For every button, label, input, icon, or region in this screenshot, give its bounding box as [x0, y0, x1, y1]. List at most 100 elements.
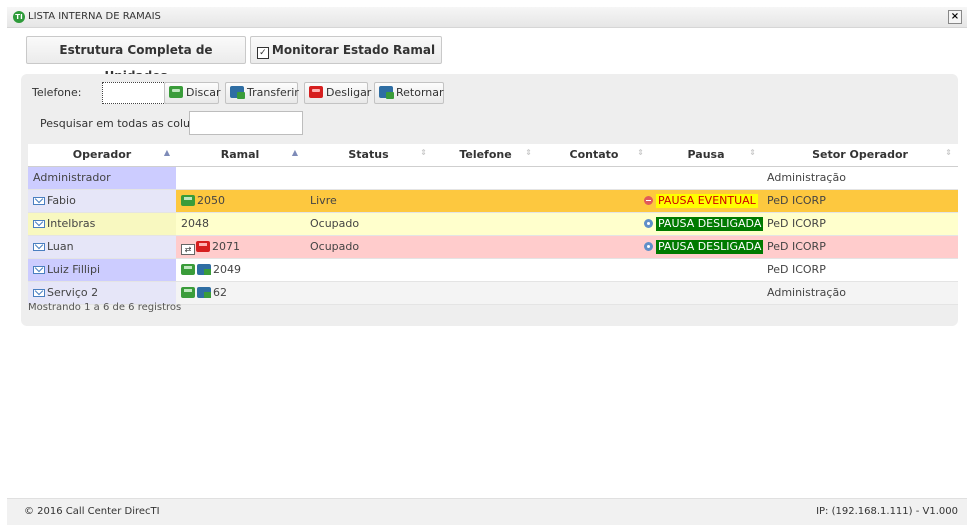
pause-status-icon — [644, 219, 653, 228]
envelope-icon[interactable] — [33, 289, 45, 297]
col-ramal-label: Ramal — [220, 148, 260, 161]
discar-button[interactable]: Discar — [164, 82, 221, 104]
status-cell: Livre — [310, 194, 337, 207]
col-pausa-label: Pausa — [687, 148, 725, 161]
search-input[interactable] — [189, 111, 303, 135]
operador-name: Serviço 2 — [47, 286, 99, 299]
pausa-cell: PAUSA DESLIGADA — [644, 213, 764, 235]
app-logo-icon: TI — [13, 11, 25, 23]
monitor-checkbox[interactable]: ✓ — [256, 47, 269, 59]
col-status[interactable]: Status ⇕ — [304, 144, 433, 166]
incoming-call-icon[interactable]: ⇄ — [181, 244, 195, 255]
retornar-button[interactable]: Retornar — [374, 82, 444, 104]
phone-icon[interactable] — [181, 264, 195, 275]
phone-icon[interactable] — [181, 287, 195, 298]
col-contato[interactable]: Contato ⇕ — [538, 144, 650, 166]
operador-name: Administrador — [33, 171, 111, 184]
status-cell: Ocupado — [310, 240, 360, 253]
col-setor-label: Setor Operador — [812, 148, 908, 161]
desligar-button[interactable]: Desligar — [304, 82, 372, 104]
envelope-icon[interactable] — [33, 220, 45, 228]
close-button[interactable]: × — [948, 10, 962, 24]
operador-name: Luiz Fillipi — [47, 263, 101, 276]
setor-cell: PeD ICORP — [767, 194, 826, 207]
table-row[interactable]: Administrador Administração — [28, 167, 958, 190]
transfer-icon[interactable] — [197, 264, 211, 275]
status-cell: Ocupado — [310, 217, 360, 230]
col-operador[interactable]: Operador ▲ — [28, 144, 176, 166]
envelope-icon[interactable] — [33, 243, 45, 251]
pausa-cell: PAUSA DESLIGADA — [644, 236, 764, 258]
transferir-label: Transferir — [247, 86, 299, 99]
operador-name: Luan — [47, 240, 74, 253]
table-row[interactable]: Intelbras 2048 Ocupado PAUSA DESLIGADA P… — [28, 213, 958, 236]
discar-label: Discar — [186, 86, 221, 99]
ramal-number: 2050 — [197, 194, 225, 207]
ramal-cell: 62 — [181, 282, 227, 304]
ramal-number: 2048 — [181, 217, 209, 230]
table-row[interactable]: Luiz Fillipi 2049 PeD ICORP — [28, 259, 958, 282]
col-setor[interactable]: Setor Operador ⇕ — [762, 144, 958, 166]
transferir-button[interactable]: Transferir — [225, 82, 299, 104]
operador-name: Fabio — [47, 194, 76, 207]
operador-cell[interactable]: Administrador — [28, 167, 176, 189]
setor-cell: PeD ICORP — [767, 217, 826, 230]
envelope-icon[interactable] — [33, 197, 45, 205]
ramal-number: 2049 — [213, 263, 241, 276]
operador-cell[interactable]: Fabio — [28, 190, 176, 212]
window-title: LISTA INTERNA DE RAMAIS — [28, 11, 161, 22]
setor-cell: Administração — [767, 286, 846, 299]
telefone-label: Telefone: — [32, 86, 82, 99]
operador-cell[interactable]: Luiz Fillipi — [28, 259, 176, 281]
ramais-table: Operador ▲ Ramal ▲ Status ⇕ Telefone ⇕ Conta… — [28, 144, 958, 305]
setor-cell: PeD ICORP — [767, 240, 826, 253]
pause-status-icon — [644, 242, 653, 251]
transfer-icon — [230, 86, 245, 99]
ramal-cell: 2049 — [181, 259, 241, 281]
transfer-icon[interactable] — [197, 287, 211, 298]
sort-both-icon: ⇕ — [945, 148, 952, 157]
sort-both-icon: ⇕ — [637, 148, 644, 157]
pausa-cell: PAUSA EVENTUAL — [644, 190, 758, 212]
operador-cell[interactable]: Intelbras — [28, 213, 176, 235]
col-contato-label: Contato — [569, 148, 619, 161]
col-telefone-label: Telefone — [459, 148, 512, 161]
return-icon — [379, 86, 394, 99]
sort-both-icon: ⇕ — [749, 148, 756, 157]
ramal-cell: ⇄ 2071 — [181, 236, 240, 258]
retornar-label: Retornar — [396, 86, 444, 99]
col-pausa[interactable]: Pausa ⇕ — [650, 144, 762, 166]
hangup-icon[interactable] — [196, 241, 210, 252]
pause-status-icon — [644, 196, 653, 205]
footer: © 2016 Call Center DirecTI IP: (192.168.… — [7, 498, 967, 525]
table-row[interactable]: Fabio 2050 Livre PAUSA EVENTUAL PeD ICOR… — [28, 190, 958, 213]
table-header: Operador ▲ Ramal ▲ Status ⇕ Telefone ⇕ Conta… — [28, 144, 958, 167]
version-text: IP: (192.168.1.111) - V1.000 — [816, 506, 958, 517]
estrutura-unidades-button[interactable]: Estrutura Completa de Unidades — [26, 36, 246, 83]
operador-name: Intelbras — [47, 217, 96, 230]
search-label: Pesquisar em todas as colunas: — [40, 117, 214, 130]
operador-cell[interactable]: Serviço 2 — [28, 282, 176, 304]
window-titlebar: TI LISTA INTERNA DE RAMAIS × — [7, 7, 967, 28]
col-ramal[interactable]: Ramal ▲ — [176, 144, 304, 166]
pause-badge: PAUSA DESLIGADA — [656, 240, 764, 254]
phone-icon[interactable] — [181, 195, 195, 206]
ramal-cell: 2050 — [181, 190, 225, 212]
phone-icon — [169, 86, 183, 98]
col-telefone[interactable]: Telefone ⇕ — [433, 144, 538, 166]
table-row[interactable]: Luan ⇄ 2071 Ocupado PAUSA DESLIGADA PeD I… — [28, 236, 958, 259]
copyright-text: © 2016 Call Center DirecTI — [24, 506, 160, 517]
envelope-icon[interactable] — [33, 266, 45, 274]
operador-cell[interactable]: Luan — [28, 236, 176, 258]
desligar-label: Desligar — [326, 86, 372, 99]
setor-cell: Administração — [767, 171, 846, 184]
col-status-label: Status — [348, 148, 389, 161]
pause-badge: PAUSA DESLIGADA — [656, 217, 764, 231]
sort-asc-icon: ▲ — [291, 148, 298, 157]
table-info: Mostrando 1 a 6 de 6 registros — [28, 302, 182, 313]
setor-cell: PeD ICORP — [767, 263, 826, 276]
sort-both-icon: ⇕ — [525, 148, 532, 157]
monitorar-ramal-button[interactable]: ✓ Monitorar Estado Ramal — [250, 36, 442, 64]
sort-asc-icon: ▲ — [163, 148, 170, 157]
ramal-number: 62 — [213, 286, 227, 299]
